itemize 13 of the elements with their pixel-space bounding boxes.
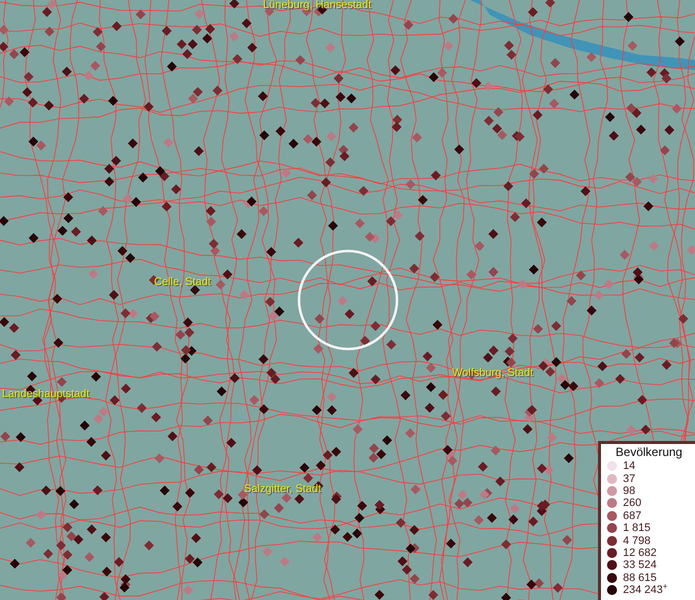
legend-label: 12 682 <box>623 546 657 559</box>
legend-label: 260 <box>623 497 642 510</box>
legend-label: 37 <box>623 472 636 485</box>
legend-label: 234 243$^{+}$ <box>623 584 668 596</box>
legend-title: Bevölkerung <box>614 446 684 459</box>
legend-label: 4 798 <box>623 534 651 547</box>
selection-circle[interactable] <box>298 250 398 350</box>
legend-label: 1 815 <box>623 522 651 534</box>
legend-label: 14 <box>623 460 636 472</box>
legend-label: 88 615 <box>623 572 657 584</box>
legend-label: 687 <box>623 510 642 522</box>
legend-label: 98 <box>623 484 636 497</box>
legend-label: 33 524 <box>623 559 657 572</box>
